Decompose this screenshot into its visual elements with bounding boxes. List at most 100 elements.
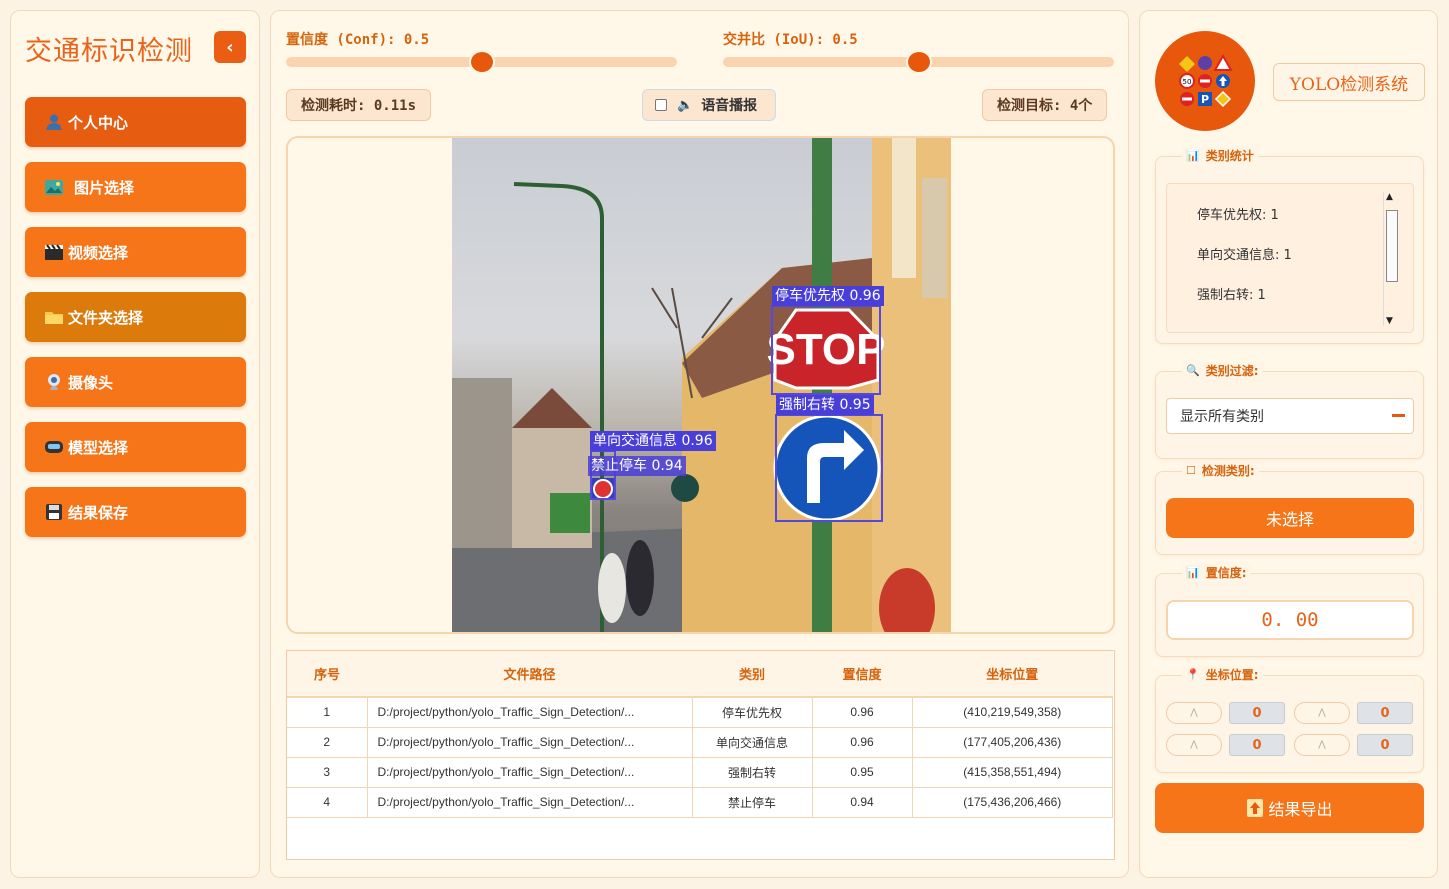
xmin-label: ⋀ [1166,702,1222,724]
nav-model-button[interactable]: 模型选择 [25,422,246,472]
class-filter-value: 显示所有类别 [1180,409,1264,425]
class-filter-title: 类别过滤: [1205,364,1259,378]
nav-folder-button[interactable]: 文件夹选择 [25,292,246,342]
detect-time-badge: 检测耗时: 0.11s [286,89,432,121]
traffic-signs-logo: 50 P [1155,31,1255,131]
export-label: 结果导出 [1268,800,1333,819]
iou-slider[interactable] [723,50,1114,74]
cell-class: 停车优先权 [692,697,813,728]
table-row[interactable]: 3 D:/project/python/yolo_Traffic_Sign_De… [287,757,1113,788]
folder-icon [43,307,65,327]
chevron-left-icon: ‹ [226,36,234,58]
cell-index: 3 [287,757,368,788]
cell-coords: (175,436,206,466) [912,787,1113,818]
cell-index: 2 [287,727,368,758]
cell-coords: (177,405,206,436) [912,727,1113,758]
cell-index: 4 [287,787,368,818]
col-header[interactable]: 类别 [692,651,812,698]
coordinates-group: 📍 坐标位置: ⋀ 0 ⋀ 0 ⋀ 0 ⋀ 0 [1155,666,1424,773]
checkbox-icon: ☐ [1186,464,1196,477]
nav-label: 图片选择 [74,178,135,197]
nav-profile-button[interactable]: 个人中心 [25,97,246,147]
bar-chart-icon: 📊 [1186,149,1200,162]
list-item: 单向交通信息: 1 [1197,248,1292,263]
cell-coords: (410,219,549,358) [912,697,1113,728]
nav-label: 文件夹选择 [68,308,144,327]
system-title: YOLO检测系统 [1273,63,1425,101]
floppy-disk-icon [43,502,65,522]
table-row[interactable]: 1 D:/project/python/yolo_Traffic_Sign_De… [287,697,1113,728]
image-viewer: STOP 停车优先权 0.96 强制右转 0.95 单向交通信息 0.96 禁止… [286,136,1115,634]
dropdown-icon[interactable] [1392,414,1405,417]
confidence-value: 0. 00 [1166,600,1414,640]
detection-label: 停车优先权 0.96 [772,286,884,306]
nav-label: 模型选择 [68,438,129,457]
table-row[interactable]: 2 D:/project/python/yolo_Traffic_Sign_De… [287,727,1113,758]
voice-checkbox[interactable] [655,99,667,111]
target-count-badge: 检测目标: 4个 [982,89,1108,121]
iou-slider-thumb[interactable] [905,50,932,74]
class-stats-group: 📊 类别统计 停车优先权: 1 单向交通信息: 1 强制右转: 1 ▲ ▼ [1155,147,1424,344]
detection-image: STOP 停车优先权 0.96 强制右转 0.95 单向交通信息 0.96 禁止… [452,138,951,632]
col-header[interactable]: 序号 [287,651,367,698]
ymax-value: 0 [1357,734,1413,756]
svg-text:P: P [1201,93,1209,106]
sidebar: 交通标识检测 ‹ 个人中心 图片选择 视频选择 文件夹选择 摄像头 模型选择 结… [10,10,260,878]
ymax-label: ⋀ [1294,734,1350,756]
nav-save-button[interactable]: 结果保存 [25,487,246,537]
table-header-row: 序号 文件路径 类别 置信度 坐标位置 [287,651,1113,698]
ymin-value: 0 [1357,702,1413,724]
nav-label: 摄像头 [68,373,114,392]
magnifier-icon: 🔍 [1186,364,1200,377]
conf-slider[interactable] [286,50,677,74]
image-icon [43,177,65,197]
table-row[interactable]: 4 D:/project/python/yolo_Traffic_Sign_De… [287,787,1113,818]
detect-class-button[interactable]: 未选择 [1166,498,1414,538]
collapse-sidebar-button[interactable]: ‹ [214,31,246,63]
xmin-value: 0 [1229,702,1285,724]
xmax-value: 0 [1229,734,1285,756]
col-header[interactable]: 文件路径 [367,651,692,698]
detection-box [771,305,881,395]
nav-webcam-button[interactable]: 摄像头 [25,357,246,407]
clapper-icon [43,242,65,262]
svg-text:50: 50 [1183,78,1192,86]
export-results-button[interactable]: 结果导出 [1155,783,1424,833]
xmax-label: ⋀ [1166,734,1222,756]
cell-path: D:/project/python/yolo_Traffic_Sign_Dete… [367,757,693,788]
conf-slider-label: 置信度 (Conf): 0.5 [286,32,430,48]
class-filter-group: 🔍 类别过滤: 显示所有类别 [1155,362,1424,459]
col-header[interactable]: 坐标位置 [912,651,1113,698]
list-item: 停车优先权: 1 [1197,208,1279,223]
nav-video-button[interactable]: 视频选择 [25,227,246,277]
cell-conf: 0.95 [812,757,913,788]
results-table: 序号 文件路径 类别 置信度 坐标位置 1 D:/project/python/… [286,650,1115,860]
info-panel: 50 P YOLO检测系统 📊 类别统计 停车优先权: 1 单向交通信息: 1 … [1139,10,1438,878]
nav-label: 个人中心 [68,113,129,132]
conf-slider-thumb[interactable] [468,50,495,74]
class-stats-title: 类别统计 [1205,149,1254,163]
scroll-up-icon[interactable]: ▲ [1386,192,1393,202]
nav-label: 视频选择 [68,243,129,262]
detect-class-title: 检测类别: [1201,464,1255,478]
col-header[interactable]: 置信度 [812,651,912,698]
cell-coords: (415,358,551,494) [912,757,1113,788]
speaker-icon: 🔈 [677,97,694,113]
detection-box [775,414,883,522]
nav-image-button[interactable]: 图片选择 [25,162,246,212]
voice-label: 语音播报 [701,98,758,114]
class-stats-list[interactable]: 停车优先权: 1 单向交通信息: 1 强制右转: 1 ▲ ▼ [1166,183,1414,333]
scroll-down-icon[interactable]: ▼ [1386,316,1393,326]
scrollbar-thumb[interactable] [1386,210,1398,282]
bar-chart-icon: 📊 [1186,566,1200,579]
pin-icon: 📍 [1186,668,1200,681]
cell-path: D:/project/python/yolo_Traffic_Sign_Dete… [367,727,693,758]
confidence-title: 置信度: [1205,566,1247,580]
confidence-group: 📊 置信度: 0. 00 [1155,564,1424,657]
upload-icon [1246,798,1264,818]
class-filter-select[interactable]: 显示所有类别 [1166,398,1414,434]
main-panel: 置信度 (Conf): 0.5 交并比 (IoU): 0.5 检测耗时: 0.1… [270,10,1129,878]
stats-scrollbar[interactable]: ▲ ▼ [1383,192,1399,326]
voice-toggle[interactable]: 🔈 语音播报 [642,89,776,121]
detection-label: 禁止停车 0.94 [588,456,686,476]
